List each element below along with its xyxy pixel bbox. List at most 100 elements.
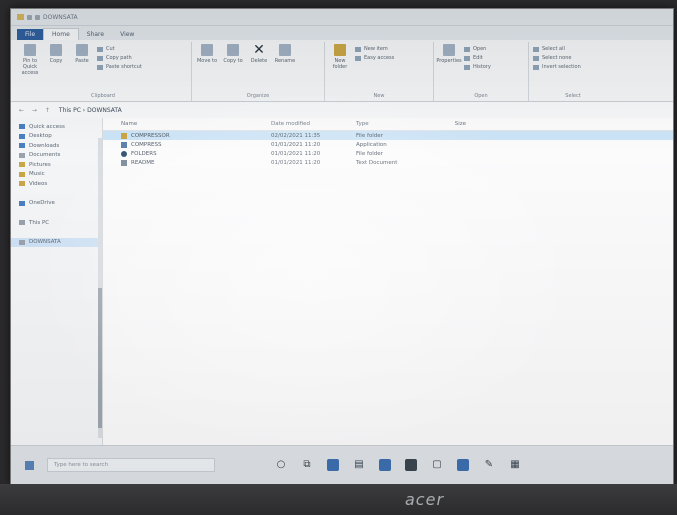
windows-start-icon[interactable] [25,460,34,470]
settings-app-icon[interactable] [457,459,469,471]
text-file-icon [121,159,127,166]
table-row[interactable]: README 01/01/2021 11:20 Text Document [103,158,673,167]
nav-item-desktop[interactable]: Desktop [11,132,102,142]
nav-item-onedrive[interactable]: OneDrive [11,199,102,209]
table-row[interactable]: FOLDERS 01/01/2021 11:20 File folder [103,149,673,158]
quick-access-toolbar-icon[interactable] [27,14,32,20]
history-button[interactable]: History [464,64,491,70]
application-icon [121,141,127,148]
download-icon [19,143,25,149]
mail-icon[interactable] [405,459,417,471]
open-icon [464,46,470,52]
invert-selection-button[interactable]: Invert selection [533,64,581,70]
column-header-type[interactable]: Type [356,121,426,127]
nav-scrollbar[interactable] [98,138,102,438]
scissors-icon [97,46,103,52]
folder-icon [17,14,24,20]
nav-item-downloads[interactable]: Downloads [11,141,102,151]
nav-item-this-pc[interactable]: This PC [11,218,102,228]
select-none-button[interactable]: Select none [533,55,581,61]
window-title: DOWNSATA [43,13,78,21]
group-label: Open [474,93,488,99]
easy-access-button[interactable]: Easy access [355,55,394,61]
easy-access-icon [355,55,361,61]
new-item-button[interactable]: New item [355,46,394,52]
quick-access-toolbar-icon[interactable] [35,14,40,20]
ribbon-group-new: New folder New item Easy access New [325,42,434,101]
nav-item-quick-access[interactable]: Quick access [11,122,102,132]
desktop-icon [19,133,25,139]
laptop-bezel [0,484,677,515]
document-icon [19,152,25,158]
column-header-name[interactable]: Name [121,121,271,127]
file-list: Name Date modified Type Size COMPRESSOR … [103,118,673,446]
copy-to-icon [227,44,239,56]
task-view-icon[interactable]: ⧉ [301,459,313,471]
navigation-pane: Quick access Desktop Downloads Documents… [11,118,103,446]
column-header-date[interactable]: Date modified [271,121,356,127]
cut-button[interactable]: Cut [97,46,142,52]
paste-shortcut-button[interactable]: Paste shortcut [97,64,142,70]
grid-app-icon[interactable]: ▦ [509,459,521,471]
address-bar[interactable]: ← → ↑ This PC › DOWNSATA [11,102,673,119]
edit-button[interactable]: Edit [464,55,491,61]
drive-icon [19,239,25,245]
brand-logo: acer [405,490,445,509]
ribbon: Pin to Quick access Copy Paste Cut Copy … [11,40,673,102]
scrollbar-thumb[interactable] [98,288,102,428]
group-label: Organize [246,93,270,99]
taskbar-pinned-apps: ○ ⧉ ▤ ▢ ✎ ▦ [275,459,521,471]
breadcrumb[interactable]: This PC › DOWNSATA [59,107,122,114]
monitor-screen: DOWNSATA File Home Share View Pin to Qui… [10,8,674,485]
store-icon[interactable] [379,459,391,471]
tab-file[interactable]: File [17,29,44,40]
tab-share[interactable]: Share [79,29,112,40]
tab-view[interactable]: View [112,29,142,40]
photo-frame: DOWNSATA File Home Share View Pin to Qui… [0,0,677,515]
explorer-main: Quick access Desktop Downloads Documents… [11,118,673,446]
pin-icon [24,44,36,56]
new-item-icon [355,46,361,52]
column-header-size[interactable]: Size [426,121,466,127]
open-button[interactable]: Open [464,46,491,52]
copy-to-button[interactable]: Copy to [222,44,244,64]
disc-icon [121,150,127,157]
video-icon [19,181,25,187]
paste-button[interactable]: Paste [71,44,93,64]
file-explorer-icon[interactable]: ▤ [353,459,365,471]
properties-button[interactable]: Properties [436,44,462,64]
group-label: Clipboard [91,93,115,99]
nav-item-videos[interactable]: Videos [11,179,102,189]
move-to-button[interactable]: Move to [196,44,218,64]
table-row[interactable]: COMPRESS 01/01/2021 11:20 Application [103,140,673,149]
pen-icon[interactable]: ✎ [483,459,495,471]
copy-icon [50,44,62,56]
star-icon [19,124,25,130]
new-folder-button[interactable]: New folder [329,44,351,70]
table-row[interactable]: COMPRESSOR 02/02/2021 11:35 File folder [103,131,673,140]
nav-item-music[interactable]: Music [11,170,102,180]
new-folder-icon [334,44,346,56]
edit-icon [464,55,470,61]
copy-button[interactable]: Copy [45,44,67,64]
nav-item-pictures[interactable]: Pictures [11,160,102,170]
ribbon-group-clipboard: Pin to Quick access Copy Paste Cut Copy … [15,42,192,101]
taskbar-search-input[interactable]: Type here to search [47,458,215,472]
copy-path-button[interactable]: Copy path [97,55,142,61]
computer-icon [19,220,25,226]
tab-home[interactable]: Home [43,28,79,40]
cortana-circle-icon[interactable]: ○ [275,459,287,471]
nav-arrows-icon[interactable]: ← → ↑ [19,107,53,114]
ribbon-group-select: Select all Select none Invert selection … [529,42,617,101]
title-bar: DOWNSATA [11,9,673,26]
group-label: New [373,93,385,99]
delete-button[interactable]: ✕ Delete [248,43,270,64]
edge-browser-icon[interactable] [327,459,339,471]
nav-item-downsata[interactable]: DOWNSATA [11,237,102,247]
pin-quick-access-button[interactable]: Pin to Quick access [19,44,41,76]
history-icon [464,64,470,70]
select-all-button[interactable]: Select all [533,46,581,52]
app-window-icon[interactable]: ▢ [431,459,443,471]
nav-item-documents[interactable]: Documents [11,151,102,161]
rename-button[interactable]: Rename [274,44,296,64]
